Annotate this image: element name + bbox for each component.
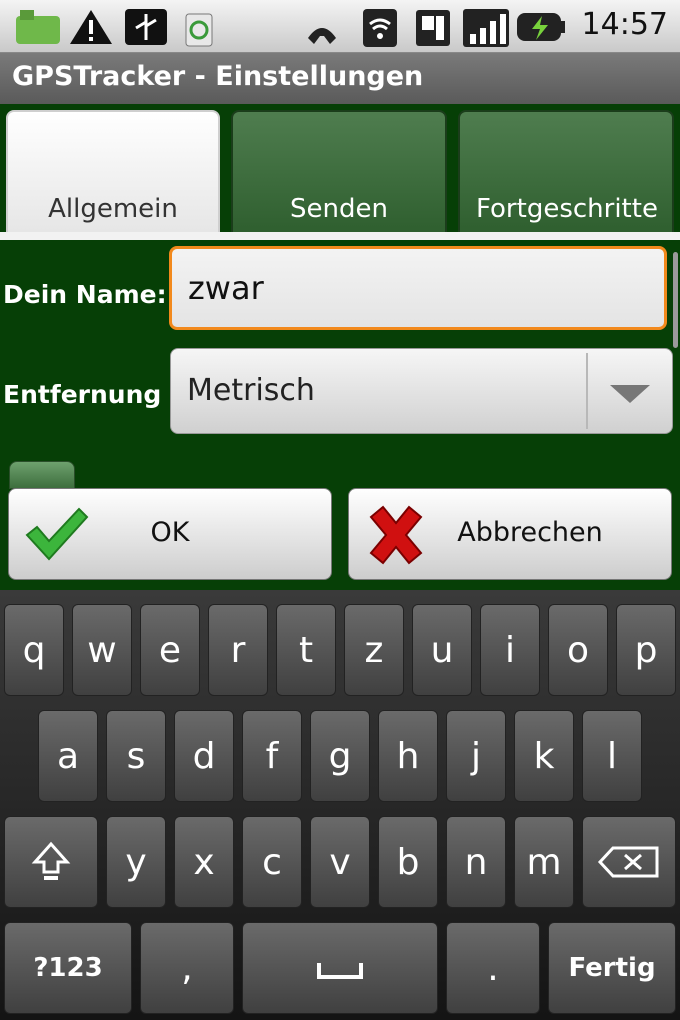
shift-icon bbox=[31, 841, 71, 880]
usb-icon bbox=[124, 8, 168, 50]
wifi-icon bbox=[362, 8, 398, 52]
ok-button-label: OK bbox=[150, 517, 190, 548]
key-m[interactable]: m bbox=[514, 816, 574, 908]
cancel-button[interactable]: Abbrechen bbox=[348, 488, 672, 580]
key-d[interactable]: d bbox=[174, 710, 234, 802]
key-w[interactable]: w bbox=[72, 604, 132, 696]
done-key[interactable]: Fertig bbox=[548, 922, 676, 1014]
key-y[interactable]: y bbox=[106, 816, 166, 908]
key-h[interactable]: h bbox=[378, 710, 438, 802]
key-comma[interactable]: , bbox=[140, 922, 234, 1014]
key-a[interactable]: a bbox=[38, 710, 98, 802]
key-o[interactable]: o bbox=[548, 604, 608, 696]
tab-label: Fortgeschritte bbox=[476, 194, 658, 224]
key-f[interactable]: f bbox=[242, 710, 302, 802]
key-i[interactable]: i bbox=[480, 604, 540, 696]
key-s[interactable]: s bbox=[106, 710, 166, 802]
key-q[interactable]: q bbox=[4, 604, 64, 696]
clock: 14:57 bbox=[581, 7, 668, 42]
symbols-key[interactable]: ?123 bbox=[4, 922, 132, 1014]
ok-button[interactable]: OK bbox=[8, 488, 332, 580]
notification-app-icon bbox=[14, 8, 62, 50]
chevron-down-icon bbox=[610, 385, 650, 403]
key-period[interactable]: . bbox=[446, 922, 540, 1014]
key-n[interactable]: n bbox=[446, 816, 506, 908]
key-j[interactable]: j bbox=[446, 710, 506, 802]
battery-charging-icon bbox=[516, 10, 566, 48]
key-p[interactable]: p bbox=[616, 604, 676, 696]
tab-allgemein[interactable]: Allgemein bbox=[6, 110, 220, 232]
key-r[interactable]: r bbox=[208, 604, 268, 696]
warning-icon bbox=[68, 8, 114, 50]
shift-key[interactable] bbox=[4, 816, 98, 908]
key-u[interactable]: u bbox=[412, 604, 472, 696]
checkbox-partial[interactable] bbox=[9, 461, 75, 489]
tab-label: Senden bbox=[290, 194, 388, 224]
tab-senden[interactable]: Senden bbox=[231, 110, 447, 232]
window-title: GPSTracker - Einstellungen bbox=[12, 61, 424, 92]
distance-label: Entfernung bbox=[3, 380, 162, 409]
status-bar: 14:57 bbox=[0, 0, 680, 53]
missed-call-icon bbox=[304, 14, 340, 52]
key-l[interactable]: l bbox=[582, 710, 642, 802]
name-input[interactable] bbox=[169, 246, 667, 330]
cancel-button-label: Abbrechen bbox=[457, 517, 603, 548]
space-key[interactable] bbox=[242, 922, 438, 1014]
key-k[interactable]: k bbox=[514, 710, 574, 802]
space-icon bbox=[317, 963, 363, 979]
settings-panel: Allgemein Senden Fortgeschritte Dein Nam… bbox=[0, 104, 680, 590]
soft-keyboard: q w e r t z u i o p a s d f g h j k l y … bbox=[0, 590, 680, 1020]
key-v[interactable]: v bbox=[310, 816, 370, 908]
scrollbar[interactable] bbox=[673, 252, 678, 348]
title-bar: GPSTracker - Einstellungen bbox=[0, 53, 680, 104]
backspace-icon bbox=[597, 846, 659, 878]
key-g[interactable]: g bbox=[310, 710, 370, 802]
tab-underline bbox=[0, 232, 680, 240]
recycle-icon bbox=[182, 8, 216, 52]
signal-icon bbox=[462, 8, 510, 52]
tab-fortgeschritten[interactable]: Fortgeschritte bbox=[458, 110, 674, 232]
distance-select[interactable]: Metrisch bbox=[170, 348, 673, 434]
name-label: Dein Name: bbox=[3, 280, 167, 309]
key-e[interactable]: e bbox=[140, 604, 200, 696]
key-z[interactable]: z bbox=[344, 604, 404, 696]
sim-icon bbox=[414, 8, 452, 52]
key-c[interactable]: c bbox=[242, 816, 302, 908]
tab-label: Allgemein bbox=[48, 194, 178, 224]
key-b[interactable]: b bbox=[378, 816, 438, 908]
distance-select-value: Metrisch bbox=[187, 373, 315, 408]
key-x[interactable]: x bbox=[174, 816, 234, 908]
select-divider bbox=[586, 353, 588, 429]
backspace-key[interactable] bbox=[582, 816, 676, 908]
key-t[interactable]: t bbox=[276, 604, 336, 696]
